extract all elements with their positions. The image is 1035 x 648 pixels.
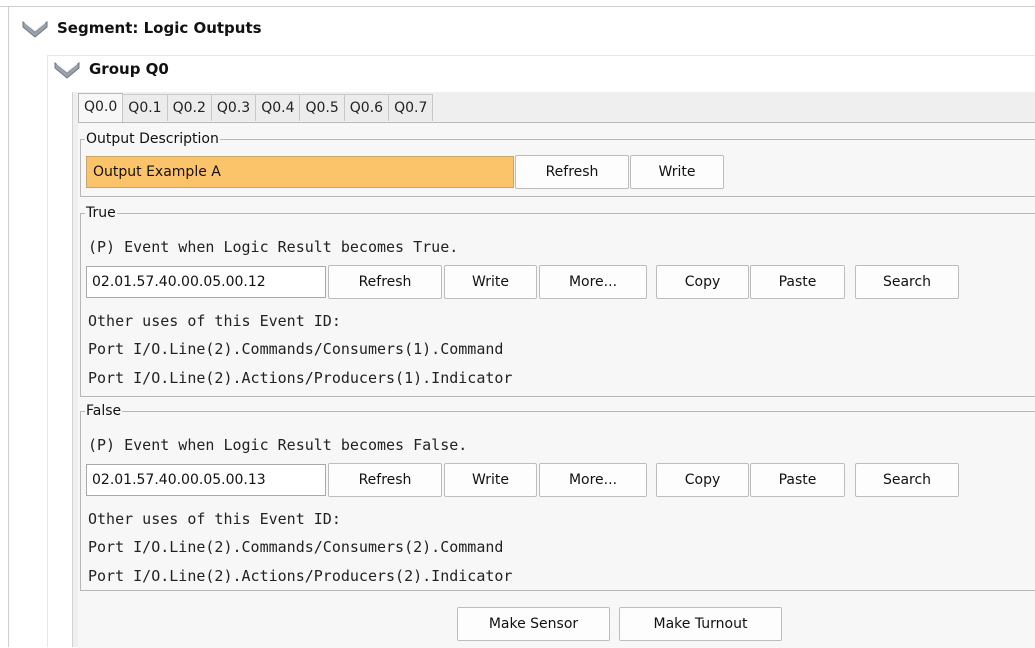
true-event-legend: True [86, 205, 116, 221]
segment-title: Segment: Logic Outputs [57, 19, 262, 37]
true-write-button[interactable]: Write [444, 265, 537, 299]
tab-q0-1[interactable]: Q0.1 [122, 94, 168, 121]
make-sensor-button[interactable]: Make Sensor [457, 607, 610, 641]
true-search-button[interactable]: Search [855, 265, 959, 299]
top-divider [0, 6, 1035, 7]
false-event-id-input[interactable]: 02.01.57.40.00.05.00.13 [86, 464, 326, 496]
collapse-chevron-icon[interactable] [54, 61, 80, 79]
tab-q0-4[interactable]: Q0.4 [255, 94, 301, 121]
true-other-uses-label: Other uses of this Event ID: [88, 312, 341, 330]
left-divider [8, 6, 9, 647]
false-other-use-item: Port I/O.Line(2).Commands/Consumers(2).C… [88, 538, 504, 556]
false-paste-button[interactable]: Paste [750, 463, 845, 497]
false-refresh-button[interactable]: Refresh [328, 463, 442, 497]
false-event-legend: False [86, 403, 122, 419]
false-write-button[interactable]: Write [444, 463, 537, 497]
true-copy-button[interactable]: Copy [656, 265, 749, 299]
tab-q0-0[interactable]: Q0.0 [78, 93, 124, 122]
make-turnout-button[interactable]: Make Turnout [619, 607, 782, 641]
false-event-group: False [80, 403, 1035, 591]
true-event-description: (P) Event when Logic Result becomes True… [88, 238, 459, 256]
group-title: Group Q0 [89, 60, 169, 78]
false-more-button[interactable]: More... [539, 463, 647, 497]
true-refresh-button[interactable]: Refresh [328, 265, 442, 299]
true-other-use-item: Port I/O.Line(2).Actions/Producers(1).In… [88, 369, 513, 387]
false-event-description: (P) Event when Logic Result becomes Fals… [88, 436, 468, 454]
true-event-id-input[interactable]: 02.01.57.40.00.05.00.12 [86, 266, 326, 298]
true-paste-button[interactable]: Paste [750, 265, 845, 299]
false-search-button[interactable]: Search [855, 463, 959, 497]
output-description-input[interactable]: Output Example A [86, 156, 514, 188]
group-left-divider [47, 55, 48, 647]
false-copy-button[interactable]: Copy [656, 463, 749, 497]
output-description-legend: Output Description [86, 131, 219, 147]
true-other-use-item: Port I/O.Line(2).Commands/Consumers(1).C… [88, 340, 504, 358]
tab-q0-2[interactable]: Q0.2 [166, 94, 212, 121]
description-write-button[interactable]: Write [630, 155, 724, 189]
tab-q0-6[interactable]: Q0.6 [343, 94, 390, 121]
description-refresh-button[interactable]: Refresh [515, 155, 629, 189]
true-more-button[interactable]: More... [539, 265, 647, 299]
collapse-chevron-icon[interactable] [22, 20, 48, 38]
tab-q0-5[interactable]: Q0.5 [299, 94, 345, 121]
tab-q0-7[interactable]: Q0.7 [388, 94, 434, 121]
false-other-uses-label: Other uses of this Event ID: [88, 510, 341, 528]
tab-bar: Q0.0 Q0.1 Q0.2 Q0.3 Q0.4 Q0.5 Q0.6 Q0.7 [78, 93, 434, 122]
tab-q0-3[interactable]: Q0.3 [210, 94, 257, 121]
group-divider [47, 55, 1035, 56]
false-other-use-item: Port I/O.Line(2).Actions/Producers(2).In… [88, 567, 513, 585]
